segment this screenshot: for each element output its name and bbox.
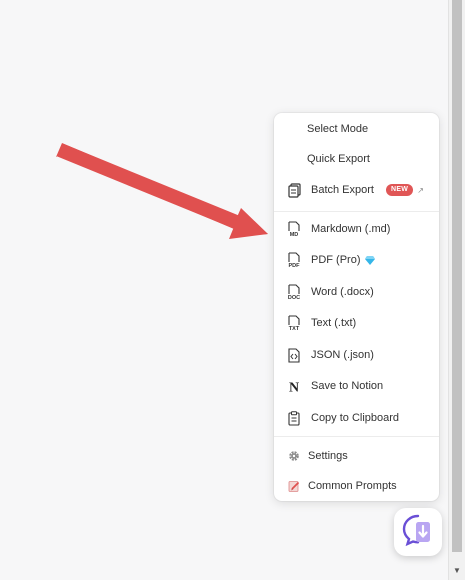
menu-item-common-prompts[interactable]: Common Prompts [274,471,439,501]
menu-item-label: Text (.txt) [311,317,357,329]
menu-item-label: PDF (Pro) [311,254,361,266]
menu-item-batch-export[interactable]: Batch Export NEW ↗ [274,175,439,205]
gear-icon [287,448,301,464]
pdf-file-icon: PDF [287,252,301,268]
menu-item-select-mode[interactable]: Select Mode [274,114,439,144]
menu-item-label: Select Mode [307,123,369,135]
menu-item-label: Save to Notion [311,380,384,392]
svg-text:MD: MD [290,232,299,237]
export-fab-button[interactable] [394,508,442,556]
json-file-icon [287,347,301,363]
menu-item-quick-export[interactable]: Quick Export [274,144,439,174]
chat-export-icon [400,512,436,553]
menu-item-clipboard[interactable]: Copy to Clipboard [274,403,439,433]
clipboard-icon [287,410,301,426]
menu-item-settings[interactable]: Settings [274,441,439,471]
menu-item-label: Word (.docx) [311,286,374,298]
notion-icon: N [287,378,301,394]
scroll-down-icon[interactable]: ▼ [449,566,465,576]
svg-text:N: N [289,381,299,394]
menu-item-label: Quick Export [307,153,370,165]
menu-divider [274,436,439,437]
menu-item-label: Batch Export [311,184,374,196]
menu-item-label: Copy to Clipboard [311,412,400,424]
new-badge: NEW [385,184,414,196]
markdown-file-icon: MD [287,221,301,237]
menu-item-json[interactable]: JSON (.json) [274,340,439,370]
menu-divider [274,211,439,212]
menu-item-label: Common Prompts [308,480,397,492]
svg-text:TXT: TXT [289,326,300,331]
menu-item-pdf[interactable]: PDF PDF (Pro) [274,245,439,275]
scrollbar-thumb[interactable] [452,0,462,552]
word-file-icon: DOC [287,284,301,300]
text-file-icon: TXT [287,315,301,331]
svg-text:PDF: PDF [289,263,301,268]
menu-item-notion[interactable]: N Save to Notion [274,371,439,401]
menu-item-markdown[interactable]: MD Markdown (.md) [274,214,439,244]
export-menu: Select Mode Quick Export Batch Export NE… [274,113,439,501]
menu-item-text[interactable]: TXT Text (.txt) [274,308,439,338]
menu-item-word[interactable]: DOC Word (.docx) [274,277,439,307]
vertical-scrollbar[interactable]: ▲ ▼ [448,0,465,580]
svg-text:DOC: DOC [288,295,300,300]
menu-item-label: Markdown (.md) [311,223,391,235]
batch-export-icon [287,182,301,198]
menu-item-label: Settings [308,450,348,462]
prompts-icon [287,478,301,494]
diamond-pro-icon [364,255,375,265]
external-link-icon: ↗ [417,185,424,195]
menu-item-label: JSON (.json) [311,349,374,361]
